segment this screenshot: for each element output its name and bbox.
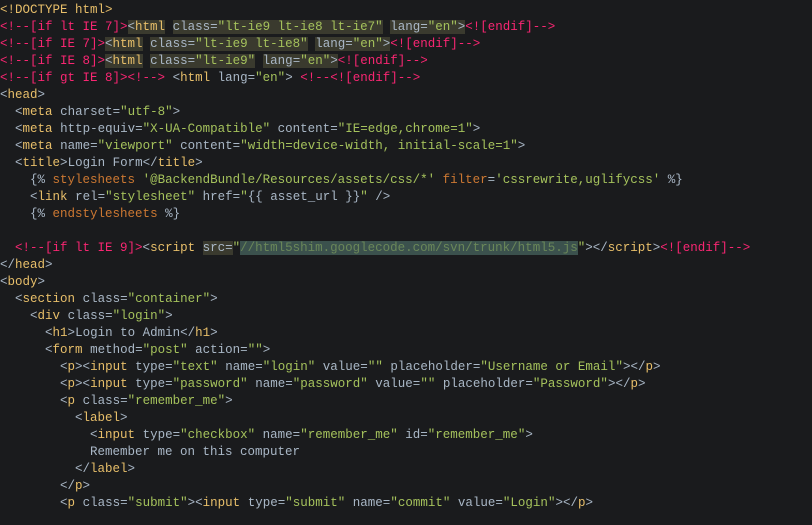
line-18: <div class="login">: [0, 309, 173, 323]
line-19: <h1>Login to Admin</h1>: [0, 326, 218, 340]
line-8: <meta http-equiv="X-UA-Compatible" conte…: [0, 122, 480, 136]
line-12: <link rel="stylesheet" href="{{ asset_ur…: [0, 190, 390, 204]
line-11: {% stylesheets '@BackendBundle/Resources…: [0, 173, 683, 187]
line-7: <meta charset="utf-8">: [0, 105, 180, 119]
line-22: <p><input type="password" name="password…: [0, 377, 645, 391]
line-20: <form method="post" action="">: [0, 343, 270, 357]
line-27: </label>: [0, 462, 135, 476]
line-28: </p>: [0, 479, 90, 493]
line-1: <!DOCTYPE html>: [0, 3, 113, 17]
code-editor[interactable]: <!DOCTYPE html> <!--[if lt IE 7]><html c…: [0, 0, 812, 512]
line-3: <!--[if IE 7]><html class="lt-ie9 lt-ie8…: [0, 37, 480, 51]
line-17: <section class="container">: [0, 292, 218, 306]
line-13: {% endstylesheets %}: [0, 207, 180, 221]
line-26: Remember me on this computer: [0, 445, 300, 459]
line-14: <!--[if lt IE 9]><script src="//html5shi…: [0, 241, 750, 255]
line-6: <head>: [0, 88, 45, 102]
line-5: <!--[if gt IE 8]><!--> <html lang="en"> …: [0, 71, 420, 85]
line-15: </head>: [0, 258, 53, 272]
line-21: <p><input type="text" name="login" value…: [0, 360, 661, 374]
line-29: <p class="submit"><input type="submit" n…: [0, 496, 593, 510]
line-23: <p class="remember_me">: [0, 394, 233, 408]
line-16: <body>: [0, 275, 45, 289]
line-9: <meta name="viewport" content="width=dev…: [0, 139, 525, 153]
line-10: <title>Login Form</title>: [0, 156, 203, 170]
line-24: <label>: [0, 411, 128, 425]
line-4: <!--[if IE 8]><html class="lt-ie9" lang=…: [0, 54, 428, 68]
line-2: <!--[if lt IE 7]><html class="lt-ie9 lt-…: [0, 20, 555, 34]
line-25: <input type="checkbox" name="remember_me…: [0, 428, 533, 442]
